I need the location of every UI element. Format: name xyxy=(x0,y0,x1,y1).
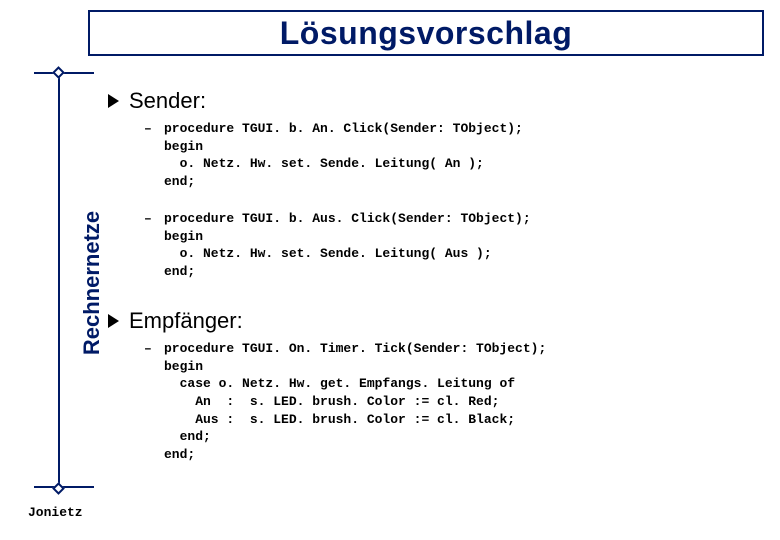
title-frame: Lösungsvorschlag xyxy=(88,10,764,56)
code-block: procedure TGUI. b. An. Click(Sender: TOb… xyxy=(164,120,523,190)
code-block: procedure TGUI. On. Timer. Tick(Sender: … xyxy=(164,340,546,463)
empfaenger-code-1: – procedure TGUI. On. Timer. Tick(Sender… xyxy=(144,340,760,463)
dash-icon: – xyxy=(144,210,154,280)
sidebar-diamond-top xyxy=(52,66,65,79)
arrow-icon xyxy=(108,314,119,328)
content-area: Sender: – procedure TGUI. b. An. Click(S… xyxy=(108,82,760,480)
sender-code-2: – procedure TGUI. b. Aus. Click(Sender: … xyxy=(144,210,760,280)
sidebar-label: Rechnernetze xyxy=(79,211,105,355)
bullet-sender: Sender: xyxy=(108,88,760,114)
sender-label: Sender: xyxy=(129,88,206,114)
dash-icon: – xyxy=(144,340,154,463)
sidebar-vline xyxy=(58,72,60,488)
dash-icon: – xyxy=(144,120,154,190)
page-title: Lösungsvorschlag xyxy=(280,15,573,52)
sidebar-diamond-bot xyxy=(52,482,65,495)
code-block: procedure TGUI. b. Aus. Click(Sender: TO… xyxy=(164,210,531,280)
sender-code-1: – procedure TGUI. b. An. Click(Sender: T… xyxy=(144,120,760,190)
footer-author: Jonietz xyxy=(28,505,83,520)
arrow-icon xyxy=(108,94,119,108)
bullet-empfaenger: Empfänger: xyxy=(108,308,760,334)
empfaenger-label: Empfänger: xyxy=(129,308,243,334)
